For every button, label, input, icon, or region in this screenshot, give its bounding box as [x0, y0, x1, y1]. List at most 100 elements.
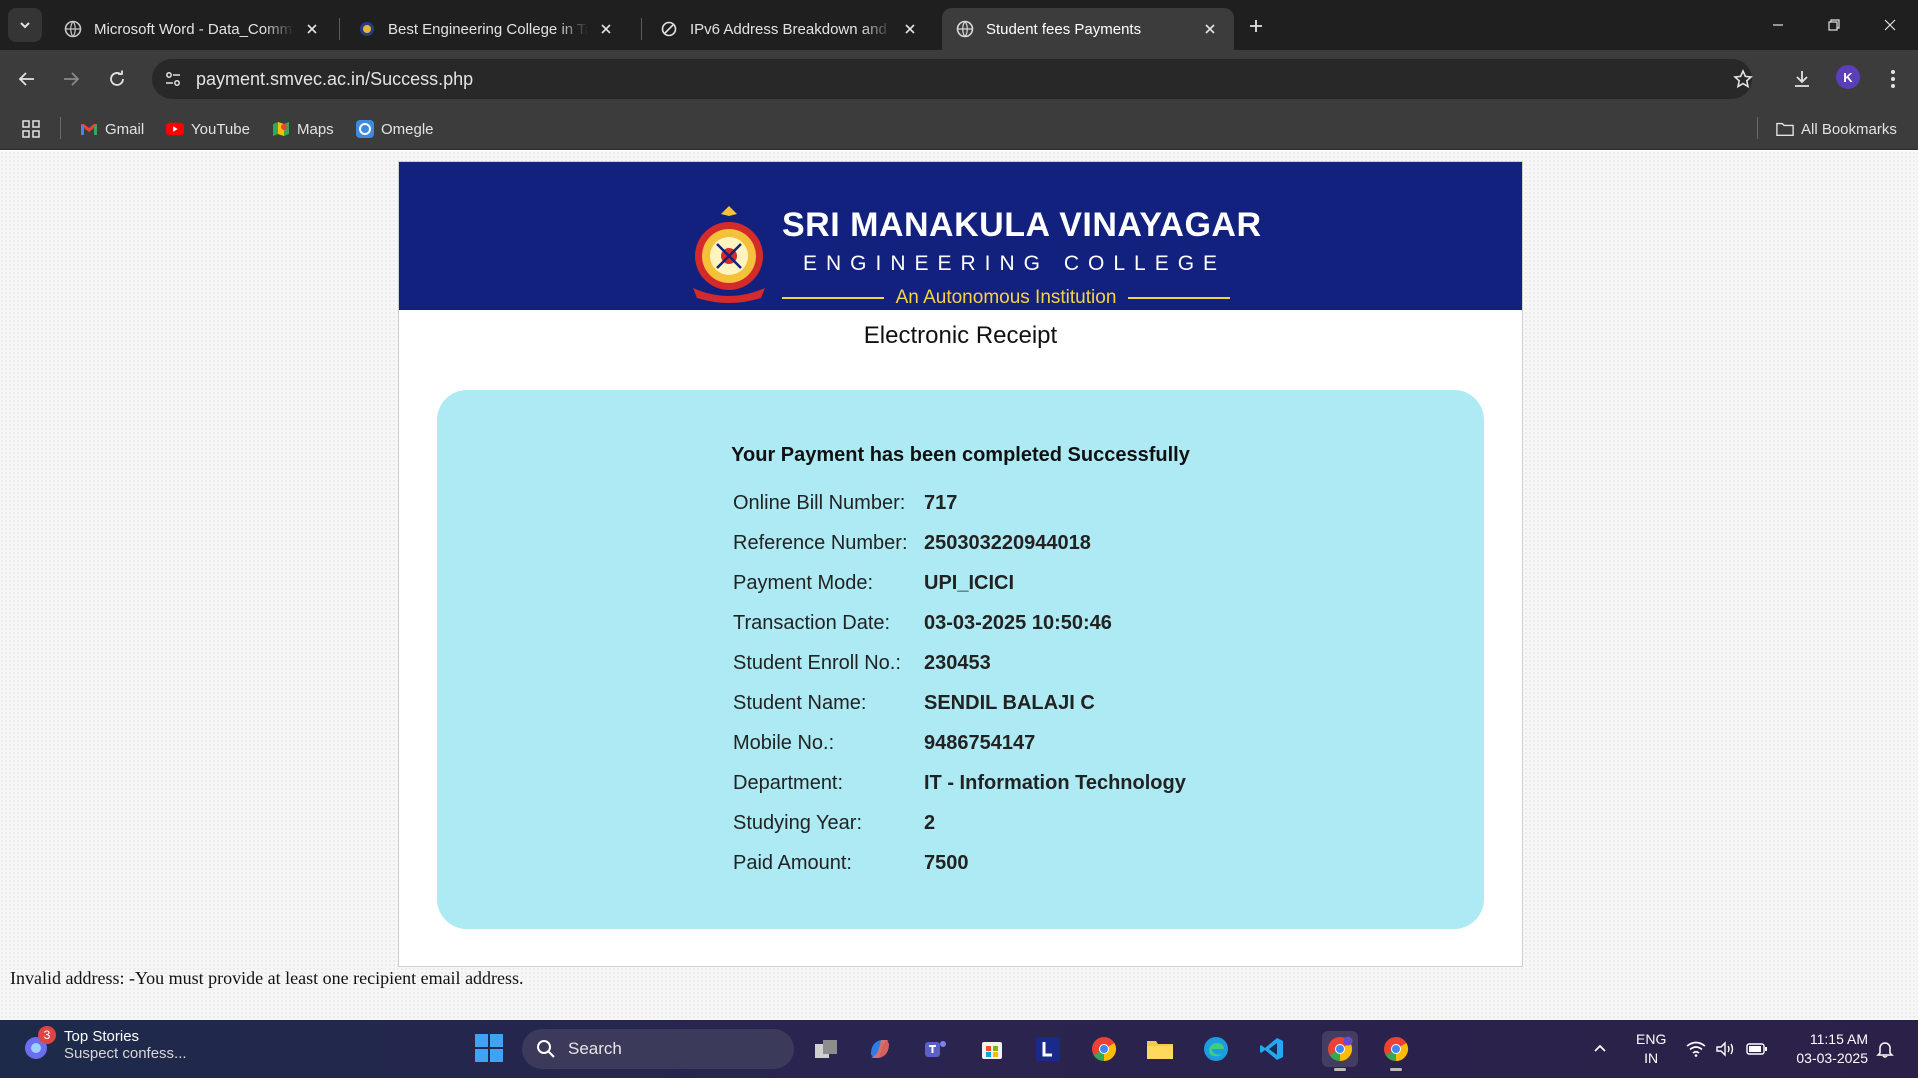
download-icon — [1795, 71, 1809, 87]
restore-icon — [1828, 19, 1840, 31]
tab-student-fees[interactable]: Student fees Payments — [942, 8, 1234, 50]
page-content: SRI MANAKULA VINAYAGAR ENGINEERING COLLE… — [0, 151, 1918, 1020]
wifi-status[interactable] — [1686, 1020, 1706, 1078]
bookmark-maps[interactable]: Maps — [272, 117, 334, 141]
college-name: SRI MANAKULA VINAYAGAR — [782, 206, 1262, 244]
chevron-up-icon — [1594, 1044, 1606, 1052]
battery-status[interactable] — [1746, 1020, 1768, 1078]
gmail-icon — [80, 120, 98, 138]
receipt-row: Payment Mode: UPI_ICICI — [733, 568, 1014, 598]
receipt-row: Department: IT - Information Technology — [733, 768, 1186, 798]
chrome-button[interactable] — [1086, 1031, 1122, 1067]
windows-start-icon[interactable] — [474, 1033, 504, 1063]
kebab-menu-icon — [1891, 70, 1895, 88]
omegle-icon — [356, 120, 374, 138]
close-icon[interactable] — [900, 19, 920, 39]
l-app-button[interactable] — [1030, 1031, 1066, 1067]
tab-strip: Microsoft Word - Data_Commu Best Enginee… — [0, 0, 1918, 50]
news-subtitle: Suspect confess... — [64, 1045, 187, 1062]
l-app-icon — [1036, 1037, 1060, 1061]
receipt-row: Student Enroll No.: 230453 — [733, 648, 991, 678]
search-label: Search — [568, 1039, 622, 1058]
clock-time: 11:15 AM — [1809, 1031, 1868, 1047]
profile-avatar[interactable]: K — [1836, 65, 1860, 89]
address-bar[interactable]: payment.smvec.ac.in/Success.php — [152, 59, 1752, 99]
row-value: 717 — [924, 491, 958, 514]
row-value: 2 — [924, 811, 936, 834]
row-label: Reference Number: — [733, 531, 908, 554]
edge-button[interactable] — [1198, 1031, 1234, 1067]
receipt-row: Transaction Date: 03-03-2025 10:50:46 — [733, 608, 1112, 638]
notifications-button[interactable] — [1876, 1020, 1894, 1078]
file-explorer-button[interactable] — [1142, 1031, 1178, 1067]
language-indicator[interactable]: ENG IN — [1636, 1030, 1666, 1068]
receipt-container: SRI MANAKULA VINAYAGAR ENGINEERING COLLE… — [398, 161, 1523, 967]
bookmark-gmail[interactable]: Gmail — [80, 117, 144, 141]
close-icon[interactable] — [596, 19, 616, 39]
news-widget[interactable]: 3 Top Stories Suspect confess... — [22, 1026, 187, 1062]
close-icon[interactable] — [1200, 19, 1220, 39]
downloads-button[interactable] — [1787, 64, 1817, 94]
bookmark-youtube[interactable]: YouTube — [166, 117, 250, 141]
site-settings-icon[interactable] — [162, 68, 184, 90]
bookmark-omegle[interactable]: Omegle — [356, 117, 434, 141]
task-view-button[interactable] — [808, 1031, 844, 1067]
apps-grid-icon — [22, 120, 40, 138]
tab-engineering-college[interactable]: Best Engineering College in Tam — [344, 8, 630, 50]
close-icon — [1884, 19, 1896, 31]
all-bookmarks-button[interactable]: All Bookmarks — [1776, 117, 1897, 141]
tab-title: Student fees Payments — [986, 20, 1142, 38]
row-value: SENDIL BALAJI C — [924, 691, 1095, 714]
reload-button[interactable] — [102, 64, 132, 94]
tab-search-button[interactable] — [8, 8, 42, 42]
row-label: Payment Mode: — [733, 571, 874, 594]
folder-icon — [1776, 120, 1794, 138]
minimize-button[interactable] — [1764, 12, 1792, 38]
apps-button[interactable] — [22, 117, 47, 141]
row-label: Student Enroll No.: — [733, 651, 901, 674]
clock[interactable]: 11:15 AM 03-03-2025 — [1784, 1030, 1868, 1068]
restore-button[interactable] — [1820, 12, 1848, 38]
file-explorer-icon — [1147, 1041, 1173, 1059]
close-icon[interactable] — [302, 19, 322, 39]
chrome-profile-button[interactable] — [1322, 1031, 1358, 1071]
chatgpt-icon — [660, 20, 678, 38]
vscode-icon — [1260, 1038, 1283, 1060]
tab-ipv6[interactable]: IPv6 Address Breakdown and Ad — [646, 8, 934, 50]
row-label: Transaction Date: — [733, 611, 891, 634]
tab-microsoft-word[interactable]: Microsoft Word - Data_Commu — [50, 8, 336, 50]
search-icon — [537, 1040, 555, 1058]
copilot-button[interactable] — [862, 1031, 898, 1067]
page-title: Electronic Receipt — [863, 322, 1058, 349]
row-value: 9486754147 — [924, 731, 1036, 754]
teams-button[interactable] — [918, 1031, 954, 1067]
edge-icon — [1204, 1037, 1228, 1061]
receipt-row: Mobile No.: 9486754147 — [733, 728, 1035, 758]
volume-status[interactable] — [1716, 1020, 1736, 1078]
bookmark-star-button[interactable] — [1728, 64, 1758, 94]
row-label: Student Name: — [733, 691, 867, 714]
microsoft-store-button[interactable] — [974, 1031, 1010, 1067]
vscode-button[interactable] — [1254, 1031, 1290, 1067]
new-tab-button[interactable] — [1242, 12, 1270, 40]
bookmark-label: Omegle — [381, 120, 434, 138]
tab-title: IPv6 Address Breakdown and Ad — [690, 20, 892, 38]
globe-icon — [956, 20, 974, 38]
show-hidden-icons-button[interactable] — [1592, 1020, 1608, 1078]
region-code: IN — [1644, 1050, 1659, 1066]
bookmarks-separator — [1757, 117, 1758, 139]
forward-button[interactable] — [56, 64, 86, 94]
browser-toolbar: payment.smvec.ac.in/Success.php — [0, 50, 1918, 108]
globe-icon — [64, 20, 82, 38]
all-bookmarks-label: All Bookmarks — [1801, 120, 1897, 138]
menu-button[interactable] — [1878, 64, 1908, 94]
chrome-button-2[interactable] — [1378, 1031, 1414, 1071]
divider — [782, 297, 884, 299]
row-label: Paid Amount: — [733, 851, 852, 874]
taskbar-search[interactable]: Search — [522, 1029, 794, 1069]
url-text: payment.smvec.ac.in/Success.php — [196, 68, 474, 89]
close-window-button[interactable] — [1876, 12, 1904, 38]
back-button[interactable] — [12, 64, 42, 94]
bookmarks-separator — [60, 117, 61, 139]
arrow-right-icon — [64, 72, 80, 86]
